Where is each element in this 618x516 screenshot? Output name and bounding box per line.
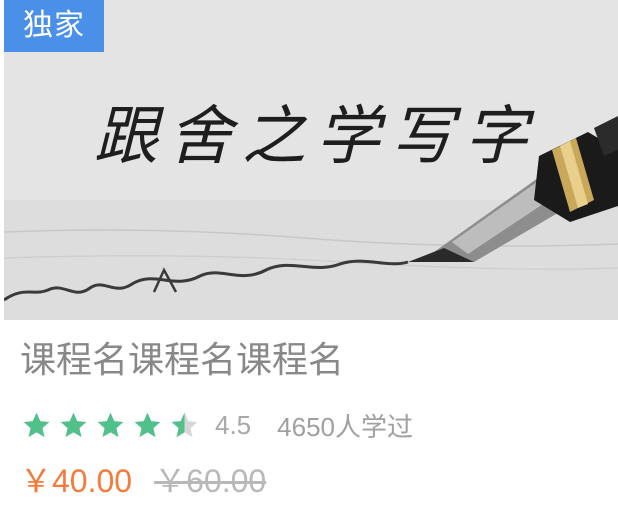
star-icon [60,412,87,437]
star-icon [23,412,50,437]
original-price: ￥60.00 [154,463,267,499]
banner-calligraphy-text: 跟舍之学写字 [94,100,538,174]
rating-row: 4.5 4650人学过 [20,402,413,448]
price-row: ￥40.00 ￥60.00 [20,454,266,504]
star-icon [97,412,124,437]
half-star-icon [171,412,198,437]
course-card[interactable]: 跟舍之学写字 独家 课程名课程名课程名 4.5 4650人学过 ￥40.00 ￥… [0,0,618,516]
exclusive-badge: 独家 [4,0,104,52]
star-icon [134,412,161,437]
star-rating [20,410,205,441]
current-price: ￥40.00 [20,463,133,499]
course-title[interactable]: 课程名课程名课程名 [20,336,344,384]
learner-count: 4650人学过 [277,411,413,442]
rating-value: 4.5 [215,409,252,440]
